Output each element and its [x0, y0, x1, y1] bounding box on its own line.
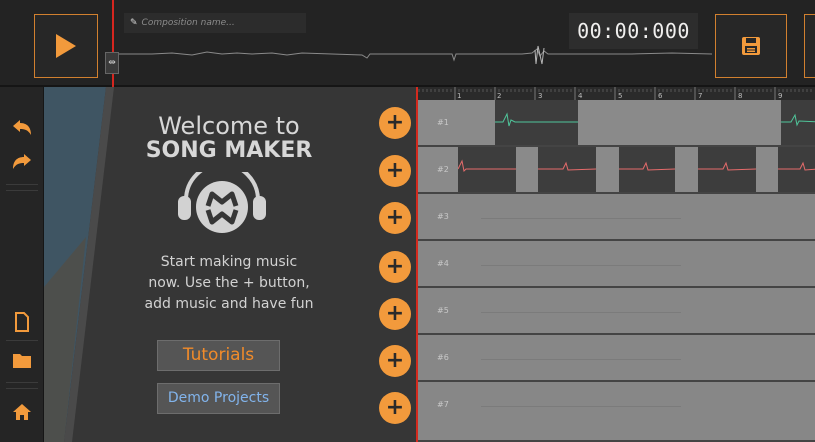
audio-clip[interactable]: [458, 147, 516, 192]
ruler-mark: 2: [497, 92, 501, 100]
plus-icon: +: [385, 205, 405, 230]
track-baseline: [481, 359, 681, 360]
plus-icon: +: [385, 254, 405, 279]
audio-clip[interactable]: [778, 147, 815, 192]
ruler-mark: 4: [578, 92, 583, 100]
track-row[interactable]: #5: [417, 288, 815, 335]
pencil-icon: ✎: [130, 18, 138, 28]
home-button[interactable]: [8, 399, 36, 425]
ruler-mark: 3: [538, 92, 542, 100]
undo-button[interactable]: [8, 115, 36, 141]
add-track-column: + + + + + + +: [375, 87, 416, 442]
add-track-button[interactable]: +: [379, 251, 411, 283]
add-track-button[interactable]: +: [379, 392, 411, 424]
plus-icon: +: [385, 395, 405, 420]
timeline-ruler[interactable]: 1 2 3 4 5 6 7 8 9: [417, 87, 815, 100]
track-label: #3: [437, 212, 449, 221]
track-label: #2: [437, 165, 449, 174]
clip-waveform: [495, 112, 578, 127]
clip-waveform: [538, 161, 596, 171]
ruler-mark: 5: [618, 92, 622, 100]
undo-icon: [13, 120, 31, 135]
transport-bar: ✎ Composition name... 00:00:000 ⇹: [0, 0, 815, 87]
song-maker-logo: [178, 172, 266, 233]
audio-clip[interactable]: [619, 147, 675, 192]
track-label: #4: [437, 259, 449, 268]
scrub-handle[interactable]: ⇹: [105, 52, 119, 74]
new-file-icon: [15, 312, 29, 332]
toolbar-divider: [6, 382, 38, 383]
track-row[interactable]: #2: [417, 147, 815, 194]
track-baseline: [481, 265, 681, 266]
ruler-mark: 9: [778, 92, 782, 100]
toolbar-divider: [6, 388, 38, 389]
clip-waveform: [458, 159, 516, 173]
add-track-button[interactable]: +: [379, 298, 411, 330]
welcome-subtitle: SONG MAKER: [145, 138, 313, 163]
ruler-mark: 6: [658, 92, 663, 100]
time-display: 00:00:000: [569, 13, 698, 49]
toolbar-divider: [6, 340, 38, 341]
song-maker-app: ✎ Composition name... 00:00:000 ⇹ Welcom…: [0, 0, 815, 442]
track-row[interactable]: #6: [417, 335, 815, 382]
add-track-button[interactable]: +: [379, 202, 411, 234]
more-button[interactable]: [804, 14, 815, 78]
audio-clip[interactable]: [698, 147, 756, 192]
welcome-instructions: Start making music now. Use the + button…: [129, 252, 329, 315]
track-label: #7: [437, 400, 449, 409]
folder-icon: [13, 354, 31, 368]
audio-clip[interactable]: [538, 147, 596, 192]
add-track-button[interactable]: +: [379, 345, 411, 377]
save-button[interactable]: [715, 14, 787, 78]
track-row[interactable]: #4: [417, 241, 815, 288]
composition-name-input[interactable]: ✎ Composition name...: [124, 13, 306, 33]
add-track-button[interactable]: +: [379, 155, 411, 187]
track-baseline: [481, 406, 681, 407]
track-area: #1 #2 #3 #4 #5 #6 #7: [417, 100, 815, 442]
left-toolbar: [0, 87, 44, 442]
ruler-mark: 7: [698, 92, 702, 100]
track-baseline: [481, 312, 681, 313]
toolbar-divider: [6, 184, 38, 185]
redo-button[interactable]: [8, 149, 36, 175]
plus-icon: +: [385, 348, 405, 373]
ruler-mark: 8: [738, 92, 742, 100]
toolbar-divider: [6, 190, 38, 191]
track-label: #5: [437, 306, 449, 315]
track-label: #1: [437, 118, 449, 127]
welcome-line: add music and have fun: [144, 296, 314, 312]
decorative-stripe: [44, 87, 114, 442]
save-icon: [742, 37, 760, 55]
plus-icon: +: [385, 110, 405, 135]
redo-icon: [13, 154, 31, 169]
track-row[interactable]: #7: [417, 382, 815, 442]
play-icon: [56, 34, 76, 58]
playhead[interactable]: [416, 87, 418, 442]
clip-waveform: [778, 161, 815, 171]
new-project-button[interactable]: [8, 309, 36, 335]
track-row[interactable]: #3: [417, 194, 815, 241]
welcome-panel: Welcome to SONG MAKER Start making music…: [44, 87, 375, 442]
welcome-line: Start making music: [160, 254, 298, 270]
track-row[interactable]: #1: [417, 100, 815, 147]
audio-clip[interactable]: [781, 100, 815, 145]
audio-clip[interactable]: [495, 100, 578, 145]
welcome-line: now. Use the + button,: [148, 275, 310, 291]
clip-waveform: [698, 161, 756, 171]
add-track-button[interactable]: +: [379, 107, 411, 139]
plus-icon: +: [385, 301, 405, 326]
demo-projects-button[interactable]: Demo Projects: [157, 383, 280, 414]
composition-name-placeholder: Composition name...: [141, 18, 235, 28]
play-button[interactable]: [34, 14, 98, 78]
clip-waveform: [619, 161, 675, 171]
clip-waveform: [781, 113, 815, 127]
plus-icon: +: [385, 158, 405, 183]
open-project-button[interactable]: [8, 347, 36, 373]
welcome-title: Welcome to: [158, 112, 300, 140]
tutorials-button[interactable]: Tutorials: [157, 340, 280, 371]
track-label: #6: [437, 353, 449, 362]
track-baseline: [481, 218, 681, 219]
ruler-mark: 1: [457, 92, 461, 100]
home-icon: [13, 404, 31, 420]
